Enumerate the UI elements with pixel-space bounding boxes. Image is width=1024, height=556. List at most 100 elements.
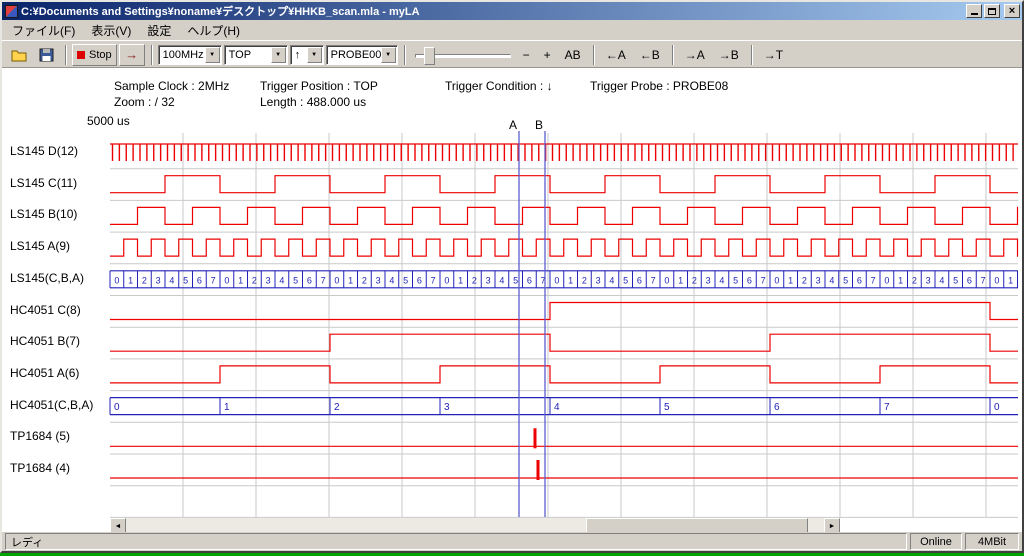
main-content: Sample Clock : 2MHz Trigger Position : T… (2, 68, 1022, 532)
svg-text:6: 6 (637, 275, 642, 285)
toolbar-separator (404, 45, 405, 65)
svg-text:5: 5 (293, 275, 298, 285)
svg-text:4: 4 (499, 275, 504, 285)
svg-text:0: 0 (334, 275, 339, 285)
svg-text:1: 1 (128, 275, 133, 285)
svg-text:1: 1 (348, 275, 353, 285)
svg-text:6: 6 (417, 275, 422, 285)
trigger-edge-select[interactable]: ↑ ▼ (290, 45, 324, 65)
svg-text:7: 7 (321, 275, 326, 285)
channel-label: HC4051(C,B,A) (10, 398, 93, 412)
zoom-info: Zoom : / 32 (114, 95, 175, 109)
svg-text:1: 1 (898, 275, 903, 285)
svg-text:4: 4 (554, 402, 560, 413)
sample-clock-info: Sample Clock : 2MHz (114, 79, 229, 93)
save-button[interactable] (34, 44, 59, 66)
svg-text:7: 7 (981, 275, 986, 285)
channel-label: LS145 C(11) (10, 176, 77, 190)
toolbar-separator (65, 45, 66, 65)
chevron-down-icon[interactable]: ▼ (205, 47, 220, 63)
channel-label: LS145 D(12) (10, 144, 78, 158)
trigger-condition-info: Trigger Condition : ↓ (445, 79, 553, 93)
scroll-right-button[interactable]: ► (824, 518, 840, 532)
svg-text:6: 6 (307, 275, 312, 285)
menu-help[interactable]: ヘルプ(H) (179, 20, 248, 41)
svg-text:6: 6 (527, 275, 532, 285)
close-icon: × (1009, 6, 1015, 16)
svg-text:7: 7 (884, 402, 890, 413)
goto-cursor-a-right-button[interactable]: →A (679, 44, 711, 66)
zoom-slider[interactable] (413, 45, 513, 65)
goto-trigger-button[interactable]: →T (758, 44, 789, 66)
svg-text:5: 5 (183, 275, 188, 285)
svg-text:0: 0 (114, 402, 120, 413)
trigger-position-select[interactable]: TOP ▼ (224, 45, 288, 65)
trigger-position-info: Trigger Position : TOP (260, 79, 378, 93)
svg-text:1: 1 (238, 275, 243, 285)
svg-text:1: 1 (224, 402, 230, 413)
stop-button[interactable]: Stop (72, 44, 117, 66)
app-icon (5, 5, 18, 18)
toolbar-separator (751, 45, 752, 65)
svg-text:5: 5 (623, 275, 628, 285)
svg-text:0: 0 (994, 402, 1000, 413)
menu-view[interactable]: 表示(V) (83, 20, 139, 41)
scrollbar-thumb[interactable] (586, 518, 808, 532)
zoom-in-button[interactable]: + (538, 44, 557, 66)
chevron-down-icon[interactable]: ▼ (381, 47, 396, 63)
svg-text:2: 2 (142, 275, 147, 285)
menu-settings[interactable]: 設定 (139, 20, 179, 41)
menu-bar: ファイル(F) 表示(V) 設定 ヘルプ(H) (2, 20, 1022, 40)
scroll-left-button[interactable]: ◄ (110, 518, 126, 532)
goto-cursor-b-right-button[interactable]: →B (713, 44, 745, 66)
run-arrow-icon: → (125, 47, 138, 62)
run-button[interactable]: → (119, 44, 145, 66)
svg-text:2: 2 (912, 275, 917, 285)
horizontal-scrollbar[interactable]: ◄ ► (110, 518, 840, 532)
svg-text:3: 3 (486, 275, 491, 285)
trigger-probe-select[interactable]: PROBE00 ▼ (326, 45, 398, 65)
goto-cursor-a-left-button[interactable]: ←A (600, 44, 632, 66)
svg-text:3: 3 (816, 275, 821, 285)
channel-label: LS145(C,B,A) (10, 271, 84, 285)
zoom-slider-thumb[interactable] (424, 47, 435, 65)
open-button[interactable] (6, 44, 32, 66)
svg-text:6: 6 (197, 275, 202, 285)
chevron-down-icon[interactable]: ▼ (307, 47, 322, 63)
close-button[interactable]: × (1004, 4, 1020, 18)
channel-label: HC4051 A(6) (10, 366, 79, 380)
minimize-button[interactable] (966, 4, 982, 18)
svg-text:2: 2 (582, 275, 587, 285)
svg-text:1: 1 (568, 275, 573, 285)
svg-text:6: 6 (857, 275, 862, 285)
svg-text:7: 7 (761, 275, 766, 285)
sample-clock-select[interactable]: 100MHz ▼ (158, 45, 222, 65)
zoom-out-button[interactable]: − (517, 44, 536, 66)
svg-text:2: 2 (362, 275, 367, 285)
menu-file[interactable]: ファイル(F) (4, 20, 83, 41)
floppy-save-icon (39, 48, 54, 62)
waveform-view[interactable]: 0123456701234567012345670123456701234567… (2, 131, 1022, 519)
svg-text:3: 3 (376, 275, 381, 285)
window-title: C:¥Documents and Settings¥noname¥デスクトップ¥… (21, 3, 964, 19)
scroll-left-icon: ◄ (115, 523, 122, 530)
maximize-button[interactable] (984, 4, 1000, 18)
cursor-a-label: A (507, 118, 519, 132)
title-bar: C:¥Documents and Settings¥noname¥デスクトップ¥… (2, 2, 1022, 20)
svg-text:0: 0 (444, 275, 449, 285)
goto-cursor-b-left-button[interactable]: ←B (634, 44, 666, 66)
chevron-down-icon[interactable]: ▼ (271, 47, 286, 63)
zoom-ab-button[interactable]: AB (559, 44, 587, 66)
channel-label: HC4051 B(7) (10, 334, 80, 348)
channel-label: HC4051 C(8) (10, 303, 81, 317)
svg-text:3: 3 (926, 275, 931, 285)
svg-text:5: 5 (513, 275, 518, 285)
svg-text:5: 5 (733, 275, 738, 285)
svg-text:1: 1 (678, 275, 683, 285)
status-online: Online (910, 533, 962, 550)
svg-text:4: 4 (279, 275, 284, 285)
svg-text:4: 4 (829, 275, 834, 285)
toolbar: Stop → 100MHz ▼ TOP ▼ ↑ ▼ PROBE00 ▼ − + … (2, 40, 1022, 68)
channel-label: TP1684 (4) (10, 461, 70, 475)
svg-text:0: 0 (554, 275, 559, 285)
